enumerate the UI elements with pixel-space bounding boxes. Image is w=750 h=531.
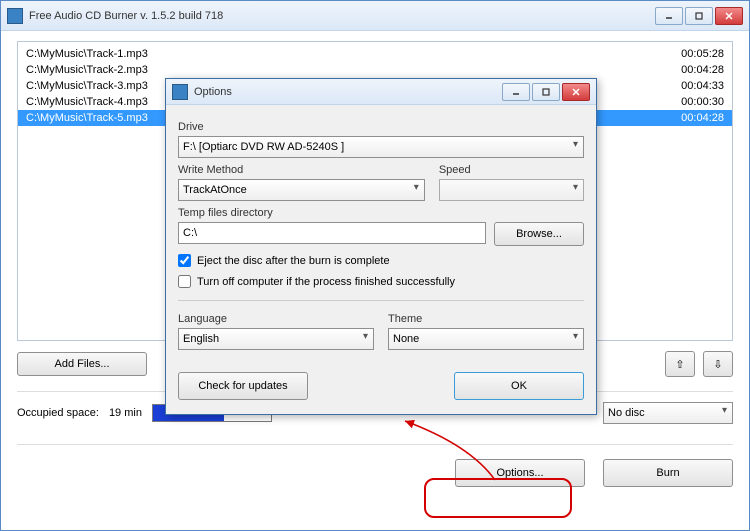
options-dialog: Options Drive F:\ [Optiarc DVD RW AD-524… — [165, 78, 597, 415]
main-titlebar: Free Audio CD Burner v. 1.5.2 build 718 — [1, 1, 749, 31]
drive-select[interactable]: F:\ [Optiarc DVD RW AD-5240S ] — [178, 136, 584, 158]
shutdown-label[interactable]: Turn off computer if the process finishe… — [197, 276, 455, 288]
theme-label: Theme — [388, 313, 584, 325]
close-button[interactable] — [715, 7, 743, 25]
occupied-value: 19 min — [109, 407, 142, 419]
speed-select[interactable] — [439, 179, 584, 201]
app-icon — [7, 8, 23, 24]
arrow-down-icon: ⇩ — [713, 358, 722, 371]
minimize-button[interactable] — [655, 7, 683, 25]
occupied-label: Occupied space: — [17, 407, 99, 419]
dialog-icon — [172, 84, 188, 100]
file-duration: 00:00:30 — [681, 96, 724, 108]
file-row[interactable]: C:\MyMusic\Track-1.mp3 00:05:28 — [18, 46, 732, 62]
language-label: Language — [178, 313, 374, 325]
dialog-maximize-button[interactable] — [532, 83, 560, 101]
disc-drive-combo[interactable]: No disc — [603, 402, 733, 424]
burn-button[interactable]: Burn — [603, 459, 733, 487]
temp-label: Temp files directory — [178, 207, 584, 219]
file-duration: 00:04:28 — [681, 112, 724, 124]
file-path: C:\MyMusic\Track-1.mp3 — [26, 48, 148, 60]
check-updates-button[interactable]: Check for updates — [178, 372, 308, 400]
theme-select[interactable]: None — [388, 328, 584, 350]
maximize-button[interactable] — [685, 7, 713, 25]
temp-path-input[interactable] — [178, 222, 486, 244]
ok-button[interactable]: OK — [454, 372, 584, 400]
speed-label: Speed — [439, 164, 584, 176]
drive-label: Drive — [178, 121, 584, 133]
window-controls — [655, 7, 743, 25]
move-down-button[interactable]: ⇩ — [703, 351, 733, 377]
main-title: Free Audio CD Burner v. 1.5.2 build 718 — [29, 10, 655, 22]
dialog-title: Options — [194, 86, 502, 98]
dialog-minimize-button[interactable] — [502, 83, 530, 101]
browse-button[interactable]: Browse... — [494, 222, 584, 246]
file-duration: 00:05:28 — [681, 48, 724, 60]
file-path: C:\MyMusic\Track-2.mp3 — [26, 64, 148, 76]
language-select[interactable]: English — [178, 328, 374, 350]
file-row[interactable]: C:\MyMusic\Track-2.mp3 00:04:28 — [18, 62, 732, 78]
add-files-button[interactable]: Add Files... — [17, 352, 147, 376]
file-duration: 00:04:33 — [681, 80, 724, 92]
eject-label[interactable]: Eject the disc after the burn is complet… — [197, 255, 390, 267]
file-path: C:\MyMusic\Track-4.mp3 — [26, 96, 148, 108]
move-up-button[interactable]: ⇧ — [665, 351, 695, 377]
arrow-up-icon: ⇧ — [675, 358, 684, 371]
write-method-select[interactable]: TrackAtOnce — [178, 179, 425, 201]
write-method-label: Write Method — [178, 164, 425, 176]
file-path: C:\MyMusic\Track-3.mp3 — [26, 80, 148, 92]
file-path: C:\MyMusic\Track-5.mp3 — [26, 112, 148, 124]
dialog-close-button[interactable] — [562, 83, 590, 101]
eject-checkbox[interactable] — [178, 254, 191, 267]
file-duration: 00:04:28 — [681, 64, 724, 76]
options-button[interactable]: Options... — [455, 459, 585, 487]
shutdown-checkbox[interactable] — [178, 275, 191, 288]
